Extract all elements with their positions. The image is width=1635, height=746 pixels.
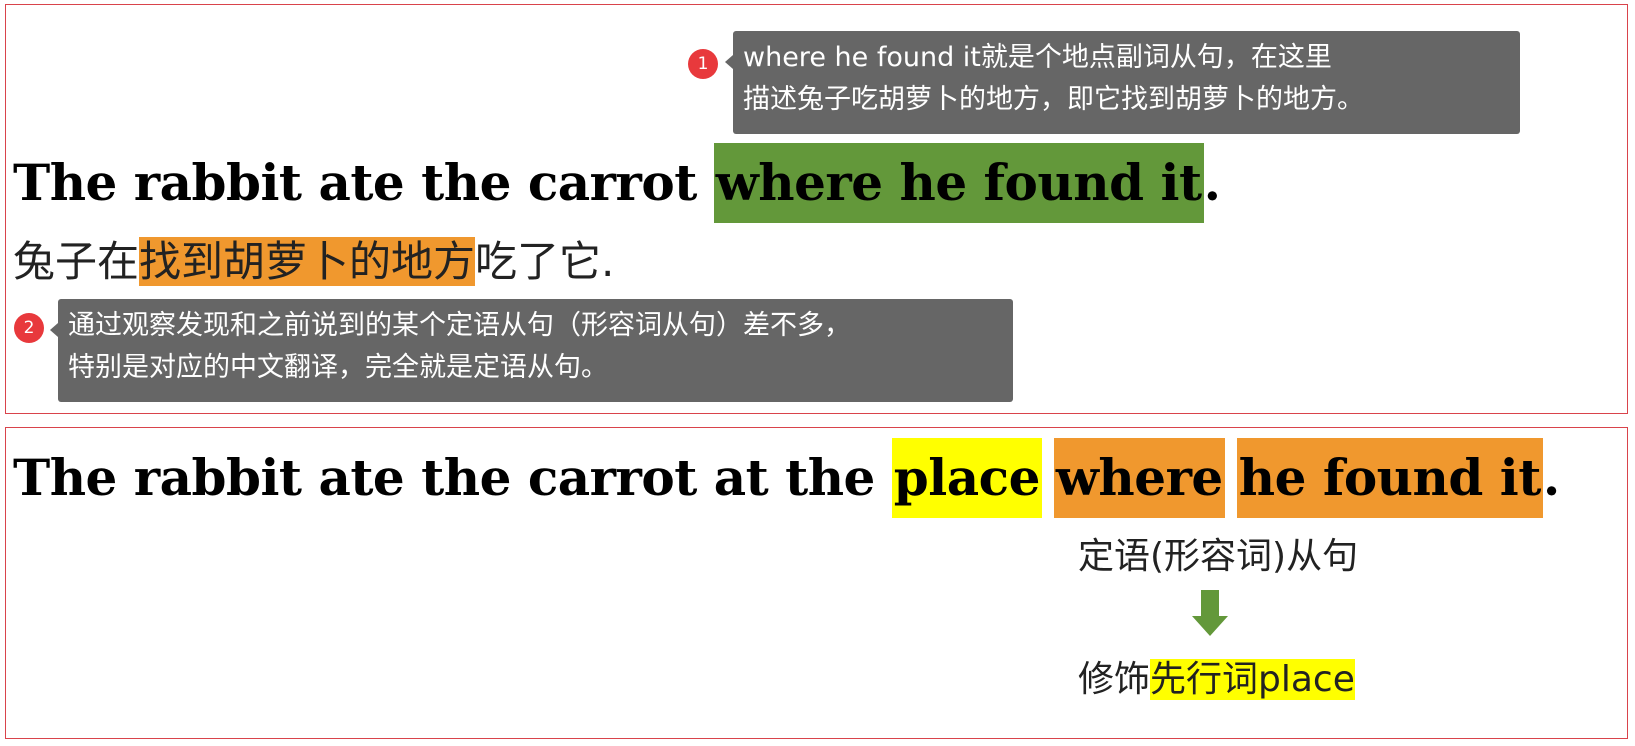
bottom-sentence-suffix: . — [1542, 448, 1560, 507]
top-sentence-highlight: where he found it — [713, 143, 1204, 223]
note-1: where he found it就是个地点副词从句，在这里 描述兔子吃胡萝卜的… — [725, 31, 1520, 134]
note-1-line-1: where he found it就是个地点副词从句，在这里 — [743, 42, 1332, 73]
down-arrow-icon — [1192, 590, 1228, 636]
translation-highlight: 找到胡萝卜的地方 — [139, 237, 476, 286]
note-badge-2: 2 — [14, 313, 44, 343]
bottom-sentence-where: where — [1053, 438, 1225, 518]
note-2-line-1: 通过观察发现和之前说到的某个定语从句（形容词从句）差不多， — [68, 310, 851, 341]
clause-label: 定语(形容词)从句 — [1078, 536, 1359, 577]
modifies-highlight: 先行词place — [1150, 659, 1355, 700]
translation: 兔子在找到胡萝卜的地方吃了它. — [13, 232, 614, 292]
bottom-sentence: The rabbit ate the carrot at the place wh… — [13, 438, 1560, 518]
modifies-prefix: 修饰 — [1078, 659, 1151, 700]
note-badge-1: 1 — [688, 49, 718, 79]
note-1-line-2: 描述兔子吃胡萝卜的地方，即它找到胡萝卜的地方。 — [743, 84, 1364, 115]
top-sentence: The rabbit ate the carrot where he found… — [13, 143, 1221, 223]
top-sentence-prefix: The rabbit ate the carrot — [13, 153, 714, 212]
translation-prefix: 兔子在 — [13, 237, 140, 286]
top-sentence-suffix: . — [1203, 153, 1221, 212]
note-2: 通过观察发现和之前说到的某个定语从句（形容词从句）差不多， 特别是对应的中文翻译… — [50, 299, 1013, 402]
translation-suffix: 吃了它. — [475, 237, 615, 286]
bottom-sentence-prefix: The rabbit ate the carrot at the — [13, 448, 892, 507]
note-2-line-2: 特别是对应的中文翻译，完全就是定语从句。 — [68, 352, 608, 383]
bottom-sentence-rest: he found it — [1236, 438, 1543, 518]
modifies-label: 修饰先行词place — [1078, 653, 1355, 707]
bottom-sentence-place: place — [891, 438, 1042, 518]
